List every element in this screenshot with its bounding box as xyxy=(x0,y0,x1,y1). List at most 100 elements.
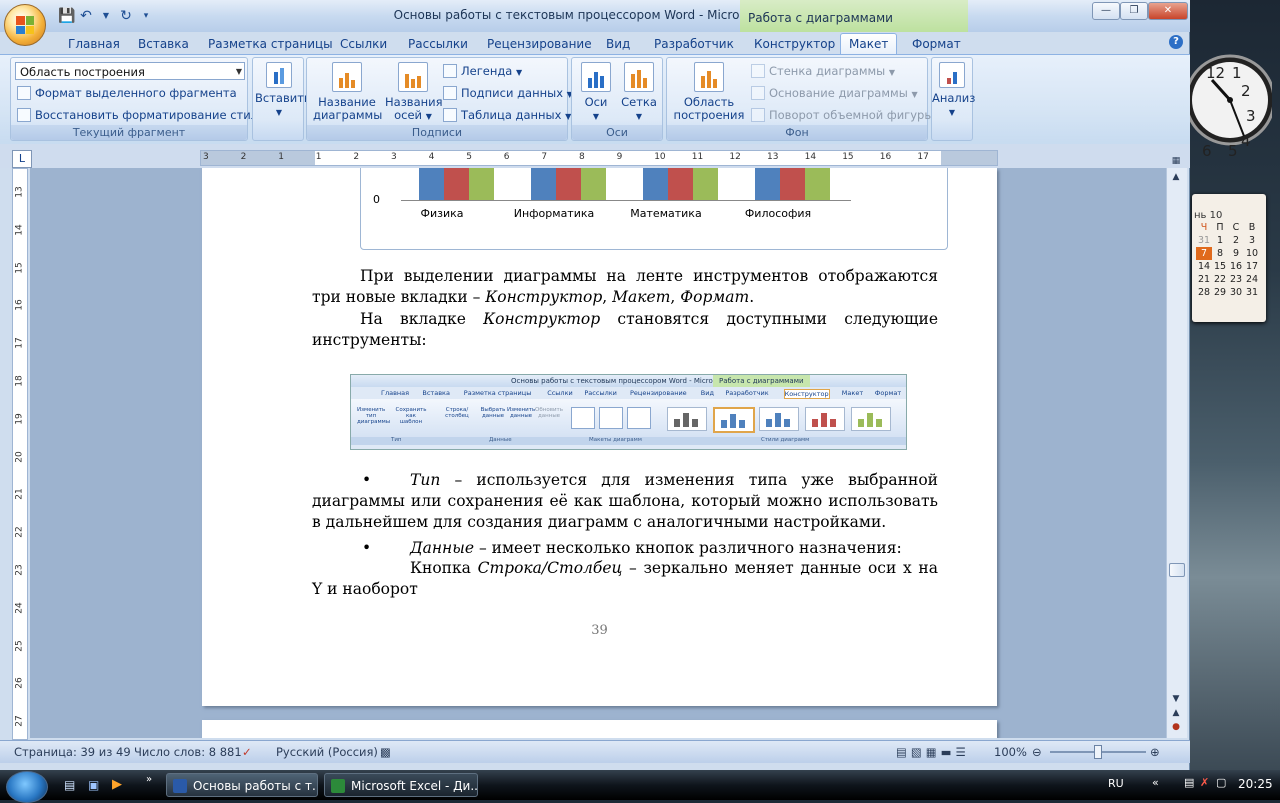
horizontal-ruler[interactable]: 3 2 1 1 2 3 4 5 6 7 8 9 10 11 12 13 14 15 16 17 xyxy=(200,150,998,166)
document-area: Физика Информатика Математика Философия 0 П… xyxy=(30,168,1166,738)
zoom-slider-thumb[interactable] xyxy=(1094,745,1102,759)
day: 17 xyxy=(1245,261,1259,272)
ruler-tick-label: 1 xyxy=(278,152,284,162)
text-run: . xyxy=(749,288,755,306)
chart-bar[interactable] xyxy=(805,168,830,201)
restore-button[interactable]: ❐ xyxy=(1120,2,1148,20)
chart-bar[interactable] xyxy=(643,168,668,201)
customize-qat-icon[interactable]: ▾ xyxy=(138,8,154,24)
chart-bar[interactable] xyxy=(419,168,444,201)
start-button[interactable] xyxy=(6,771,48,803)
chart-bar[interactable] xyxy=(780,168,805,201)
chart-bar[interactable] xyxy=(556,168,581,201)
taskbar-word[interactable]: Основы работы с т... xyxy=(166,773,318,797)
analysis-button[interactable]: Анализ ▼ xyxy=(932,62,975,119)
office-button[interactable] xyxy=(4,4,46,46)
page-count-status[interactable]: Страница: 39 из 49 xyxy=(14,745,131,759)
data-table-button[interactable]: Таблица данных ▼ xyxy=(443,106,571,124)
safely-remove-icon[interactable]: ▢ xyxy=(1216,776,1226,789)
show-desktop-icon[interactable]: ▤ xyxy=(64,778,75,792)
tab-mailings[interactable]: Рассылки xyxy=(408,34,468,54)
view-buttons[interactable]: ▤▧▦▬☰ xyxy=(896,745,970,759)
tab-layout[interactable]: Макет xyxy=(840,33,898,54)
vertical-scrollbar[interactable]: ▦ ▲ ▼ ▲ ● xyxy=(1166,156,1187,738)
quicklaunch-more-icon[interactable]: » xyxy=(146,774,152,785)
reset-style-button[interactable]: Восстановить форматирование стиля xyxy=(17,106,265,124)
volume-muted-icon[interactable]: ✗ xyxy=(1200,776,1209,789)
word-count-status[interactable]: Число слов: 8 881 xyxy=(134,745,242,759)
axis-titles-button[interactable]: Названия осей ▼ xyxy=(385,62,443,123)
previous-page-icon[interactable]: ▲ xyxy=(1169,706,1183,720)
minimize-button[interactable]: — xyxy=(1092,2,1120,20)
spelling-check-icon[interactable]: ✓ xyxy=(242,745,252,759)
language-status[interactable]: Русский (Россия) xyxy=(276,745,378,759)
scroll-down-icon[interactable]: ▼ xyxy=(1169,692,1183,706)
data-labels-button[interactable]: Подписи данных ▼ xyxy=(443,84,573,102)
language-indicator[interactable]: RU xyxy=(1108,777,1124,790)
reset-style-icon xyxy=(17,108,31,122)
help-icon[interactable]: ? xyxy=(1169,35,1183,49)
redo-icon[interactable]: ↻ xyxy=(118,8,134,24)
em-run: Данные xyxy=(410,539,475,557)
mini-title: Основы работы с текстовым процессором Wo… xyxy=(511,377,746,385)
chart-bar[interactable] xyxy=(531,168,556,201)
zoom-level[interactable]: 100% xyxy=(994,745,1027,759)
taskbar-excel[interactable]: Microsoft Excel - Ди... xyxy=(324,773,478,797)
ruler-tick-label: 12 xyxy=(729,152,741,162)
tab-format[interactable]: Формат xyxy=(912,34,961,54)
tab-insert[interactable]: Вставка xyxy=(138,34,189,54)
chart-bar[interactable] xyxy=(755,168,780,201)
insert-button[interactable]: Вставить ▼ xyxy=(255,62,311,119)
scroll-up-icon[interactable]: ▲ xyxy=(1169,170,1183,184)
close-button[interactable]: ✕ xyxy=(1148,2,1188,20)
embedded-chart[interactable]: Физика Информатика Математика Философия 0 xyxy=(360,168,948,250)
zoom-in-icon[interactable]: ⊕ xyxy=(1150,745,1160,759)
view-ruler-icon[interactable]: ▦ xyxy=(1169,154,1183,168)
legend-button[interactable]: Легенда ▼ xyxy=(443,62,522,80)
chart-bar[interactable] xyxy=(693,168,718,201)
macro-record-icon[interactable]: ▩ xyxy=(380,745,391,759)
chart-elements-dropdown[interactable]: Область построения ▼ xyxy=(15,62,245,80)
zoom-out-icon[interactable]: ⊖ xyxy=(1032,745,1042,759)
3d-rotation-button[interactable]: Поворот объемной фигуры xyxy=(751,106,933,124)
undo-dropdown-icon[interactable]: ▼ xyxy=(98,8,114,24)
select-browse-object-icon[interactable]: ● xyxy=(1169,720,1183,734)
tab-design[interactable]: Конструктор xyxy=(754,34,835,54)
page-number: 39 xyxy=(591,623,608,638)
tray-clock[interactable]: 20:25 xyxy=(1238,777,1273,791)
chart-bar[interactable] xyxy=(469,168,494,201)
reset-style-label: Восстановить форматирование стиля xyxy=(35,108,265,122)
group-label: Подписи xyxy=(307,125,567,140)
gridlines-button[interactable]: Сетка ▼ xyxy=(618,62,660,123)
axes-button[interactable]: Оси ▼ xyxy=(576,62,616,123)
tab-references[interactable]: Ссылки xyxy=(340,34,387,54)
scroll-thumb[interactable] xyxy=(1169,563,1185,577)
page[interactable]: Физика Информатика Математика Философия 0 П… xyxy=(202,168,997,706)
next-page[interactable] xyxy=(202,720,997,738)
tab-selector[interactable]: L xyxy=(12,150,32,168)
chart-category-label: Информатика xyxy=(513,207,595,220)
tab-home[interactable]: Главная xyxy=(68,34,120,54)
format-selection-button[interactable]: Формат выделенного фрагмента xyxy=(17,84,237,102)
mini-style-bar xyxy=(739,420,745,428)
chart-bar[interactable] xyxy=(668,168,693,201)
switch-windows-icon[interactable]: ▣ xyxy=(88,778,99,792)
chart-wall-button[interactable]: Стенка диаграммы ▼ xyxy=(751,62,895,80)
vertical-ruler[interactable]: 13 14 15 16 17 18 19 20 21 22 23 24 25 26 27 xyxy=(12,168,28,740)
tab-page-layout[interactable]: Разметка страницы xyxy=(208,34,333,54)
tab-review[interactable]: Рецензирование xyxy=(487,34,592,54)
tray-expand-icon[interactable]: « xyxy=(1152,776,1159,789)
chart-floor-button[interactable]: Основание диаграммы ▼ xyxy=(751,84,918,102)
group-axes: Оси ▼ Сетка ▼ Оси xyxy=(571,57,663,141)
chart-title-icon xyxy=(332,62,362,92)
media-player-icon[interactable]: ▶ xyxy=(112,777,122,792)
chart-bar[interactable] xyxy=(581,168,606,201)
save-icon[interactable]: 💾 xyxy=(58,8,75,24)
clock-num-5: 5 xyxy=(1228,142,1238,160)
tab-developer[interactable]: Разработчик xyxy=(654,34,734,54)
undo-icon[interactable]: ↶ xyxy=(78,8,94,24)
chart-plot-area[interactable]: Физика Информатика Математика Философия xyxy=(401,168,851,239)
chart-bar[interactable] xyxy=(444,168,469,201)
network-icon[interactable]: ▤ xyxy=(1184,776,1194,789)
tab-view[interactable]: Вид xyxy=(606,34,630,54)
